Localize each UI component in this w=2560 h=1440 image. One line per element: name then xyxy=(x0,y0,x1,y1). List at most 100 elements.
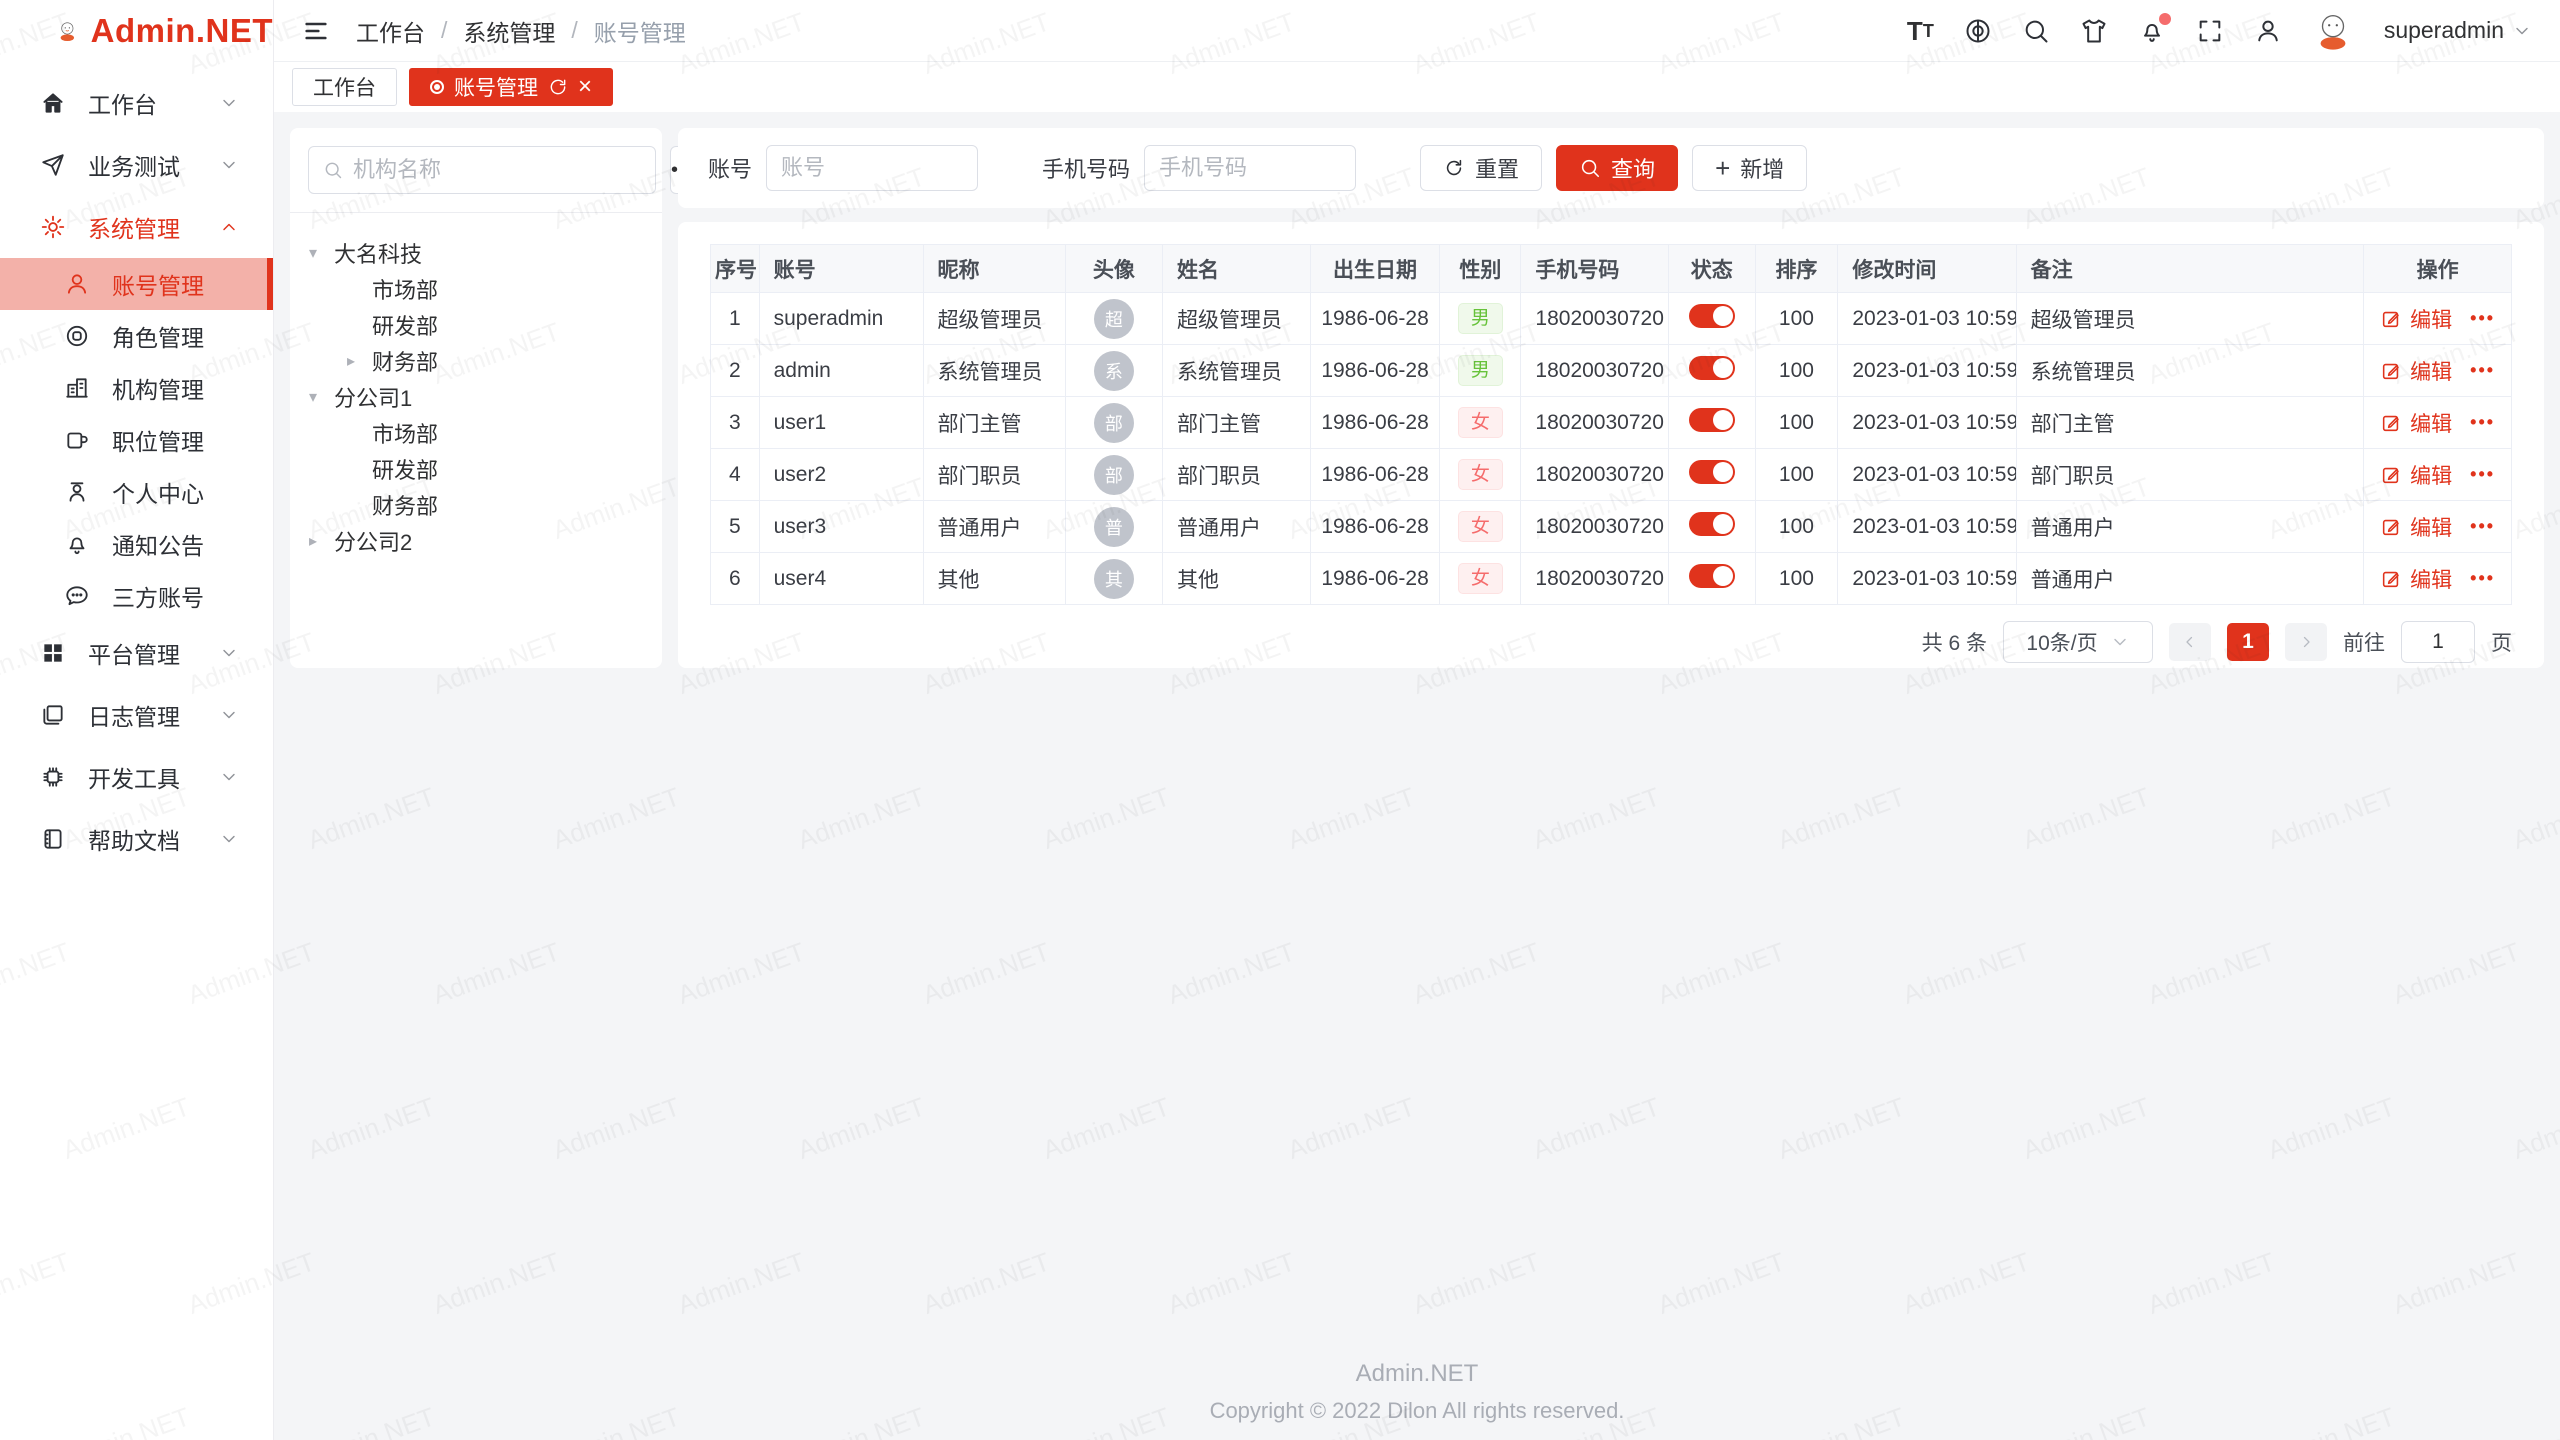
theme-button[interactable] xyxy=(2080,17,2108,45)
sidebar-item-notice[interactable]: 通知公告 xyxy=(0,518,273,570)
close-icon[interactable]: × xyxy=(578,75,592,99)
phone-input[interactable] xyxy=(1144,145,1356,191)
chevron-up-icon xyxy=(219,217,239,237)
tree-node[interactable]: ▾大名科技 xyxy=(300,235,652,271)
sidebar-item-business-test[interactable]: 业务测试 xyxy=(0,134,273,196)
sidebar-item-workbench[interactable]: 工作台 xyxy=(0,72,273,134)
edit-button[interactable]: 编辑 xyxy=(2380,304,2452,334)
col-actions: 操作 xyxy=(2364,245,2512,293)
fullscreen-button[interactable] xyxy=(2196,17,2224,45)
add-button[interactable]: + 新增 xyxy=(1692,145,1807,191)
breadcrumb-item[interactable]: 工作台 xyxy=(356,14,425,48)
col-account: 账号 xyxy=(759,245,923,293)
query-button[interactable]: 查询 xyxy=(1556,145,1678,191)
brand-mascot-icon xyxy=(56,10,79,52)
lock-user-button[interactable] xyxy=(2254,17,2282,45)
sidebar: Admin.NET 工作台 业务测试 系统管理 账号管理 xyxy=(0,0,274,1440)
page-unit-label: 页 xyxy=(2491,627,2512,657)
edit-button[interactable]: 编辑 xyxy=(2380,564,2452,594)
refresh-icon xyxy=(1443,157,1465,179)
avatar: 部 xyxy=(1094,403,1134,443)
edit-button[interactable]: 编辑 xyxy=(2380,512,2452,542)
tree-node[interactable]: ▸分公司2 xyxy=(300,523,652,559)
edit-icon xyxy=(2380,516,2402,538)
tree-caret-icon[interactable]: ▾ xyxy=(300,387,326,407)
tree-node[interactable]: 财务部 xyxy=(300,487,652,523)
tree-caret-icon[interactable]: ▸ xyxy=(338,351,364,371)
notifications-button[interactable] xyxy=(2138,17,2166,45)
tree-node[interactable]: 市场部 xyxy=(300,271,652,307)
sidebar-item-position-management[interactable]: 职位管理 xyxy=(0,414,273,466)
sidebar-item-thirdparty-account[interactable]: 三方账号 xyxy=(0,570,273,622)
table-header-row: 序号 账号 昵称 头像 姓名 出生日期 性别 手机号码 状态 排序 修改时间 xyxy=(711,245,2512,293)
fullscreen-icon xyxy=(2196,17,2224,45)
tree-node[interactable]: 市场部 xyxy=(300,415,652,451)
table-panel: 序号 账号 昵称 头像 姓名 出生日期 性别 手机号码 状态 排序 修改时间 xyxy=(678,222,2544,668)
org-search-input[interactable] xyxy=(353,157,641,183)
building-icon xyxy=(64,375,90,401)
language-button[interactable] xyxy=(1964,17,1992,45)
status-toggle[interactable] xyxy=(1689,304,1735,328)
page-size-select[interactable]: 10条/页 xyxy=(2003,621,2153,663)
sidebar-item-platform-management[interactable]: 平台管理 xyxy=(0,622,273,684)
status-toggle[interactable] xyxy=(1689,460,1735,484)
filter-panel: 账号 手机号码 重置 查询 + 新 xyxy=(678,128,2544,208)
edit-button[interactable]: 编辑 xyxy=(2380,408,2452,438)
goto-page-input[interactable] xyxy=(2401,621,2475,663)
breadcrumb-item[interactable]: 系统管理 xyxy=(463,14,555,48)
sidebar-item-role-management[interactable]: 角色管理 xyxy=(0,310,273,362)
row-more-button[interactable]: ••• xyxy=(2470,516,2495,537)
logo[interactable]: Admin.NET xyxy=(0,0,273,62)
next-page-button[interactable] xyxy=(2285,623,2327,661)
tree-node[interactable]: 研发部 xyxy=(300,307,652,343)
collapse-menu-icon[interactable] xyxy=(302,17,330,45)
status-toggle[interactable] xyxy=(1689,564,1735,588)
sidebar-item-account-management[interactable]: 账号管理 xyxy=(0,258,273,310)
prev-page-button[interactable] xyxy=(2169,623,2211,661)
tree-node[interactable]: ▾分公司1 xyxy=(300,379,652,415)
tree-node[interactable]: ▸财务部 xyxy=(300,343,652,379)
status-toggle[interactable] xyxy=(1689,512,1735,536)
notification-badge xyxy=(2159,13,2171,25)
table-row: 4 user2 部门职员 部 部门职员 1986-06-28 女 1802003… xyxy=(711,449,2512,501)
status-toggle[interactable] xyxy=(1689,356,1735,380)
status-toggle[interactable] xyxy=(1689,408,1735,432)
sidebar-item-dev-tools[interactable]: 开发工具 xyxy=(0,746,273,808)
avatar: 普 xyxy=(1094,507,1134,547)
sidebar-item-personal-center[interactable]: 个人中心 xyxy=(0,466,273,518)
global-search-button[interactable] xyxy=(2022,17,2050,45)
tree-caret-icon[interactable]: ▸ xyxy=(300,531,326,551)
account-input[interactable] xyxy=(766,145,978,191)
reset-button[interactable]: 重置 xyxy=(1420,145,1542,191)
tab-workbench[interactable]: 工作台 xyxy=(292,68,397,106)
breadcrumb-item-current: 账号管理 xyxy=(594,14,686,48)
edit-button[interactable]: 编辑 xyxy=(2380,356,2452,386)
row-more-button[interactable]: ••• xyxy=(2470,360,2495,381)
username-dropdown[interactable]: superadmin xyxy=(2384,17,2532,44)
tree-caret-icon[interactable]: ▾ xyxy=(300,243,326,263)
col-phone: 手机号码 xyxy=(1521,245,1669,293)
sidebar-item-log-management[interactable]: 日志管理 xyxy=(0,684,273,746)
font-size-button[interactable]: TT xyxy=(1907,18,1934,44)
tab-account-management[interactable]: 账号管理 × xyxy=(409,68,613,106)
sidebar-item-label: 账号管理 xyxy=(112,267,204,301)
row-more-button[interactable]: ••• xyxy=(2470,308,2495,329)
chevron-down-icon xyxy=(219,767,239,787)
col-gender: 性别 xyxy=(1440,245,1521,293)
refresh-icon[interactable] xyxy=(548,77,568,97)
page-number-button[interactable]: 1 xyxy=(2227,623,2269,661)
sidebar-item-org-management[interactable]: 机构管理 xyxy=(0,362,273,414)
sidebar-item-help-docs[interactable]: 帮助文档 xyxy=(0,808,273,870)
row-more-button[interactable]: ••• xyxy=(2470,464,2495,485)
row-more-button[interactable]: ••• xyxy=(2470,412,2495,433)
sidebar-item-label: 开发工具 xyxy=(88,760,197,794)
edit-button[interactable]: 编辑 xyxy=(2380,460,2452,490)
gender-tag: 女 xyxy=(1458,407,1503,438)
sidebar-item-system-management[interactable]: 系统管理 xyxy=(0,196,273,258)
tree-node[interactable]: 研发部 xyxy=(300,451,652,487)
username-text: superadmin xyxy=(2384,17,2504,44)
row-more-button[interactable]: ••• xyxy=(2470,568,2495,589)
pagination-total: 共 6 条 xyxy=(1922,627,1987,657)
user-avatar[interactable] xyxy=(2312,10,2354,52)
breadcrumb-separator: / xyxy=(571,17,577,44)
